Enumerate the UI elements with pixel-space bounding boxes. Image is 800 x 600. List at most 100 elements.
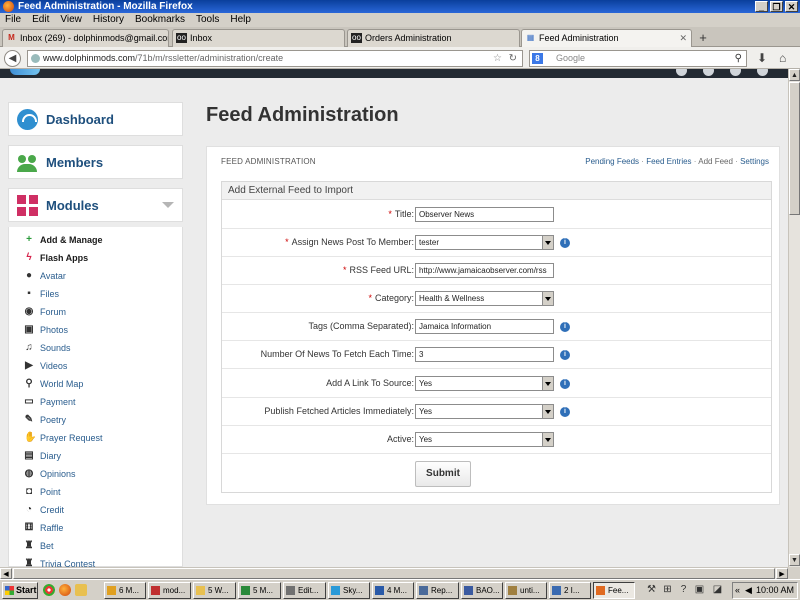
add-a-link-to-source-select[interactable]: Yes — [415, 376, 554, 391]
url-bar[interactable]: www.dolphinmods.com/71b/m/rssletter/admi… — [27, 50, 523, 67]
firefox-quicklaunch-icon[interactable] — [59, 584, 71, 596]
horizontal-scroll-thumb[interactable] — [13, 568, 775, 579]
sidebar-members[interactable]: Members — [8, 145, 183, 179]
info-icon[interactable]: i — [560, 238, 570, 248]
sidebar-item-flash-apps[interactable]: ϟ Flash Apps — [9, 249, 184, 267]
clock[interactable]: 10:00 AM — [756, 583, 794, 598]
sidebar-item-files[interactable]: ▪ Files — [9, 285, 184, 303]
sidebar-item-avatar[interactable]: ● Avatar — [9, 267, 184, 285]
taskbar-task-button[interactable]: Sky... — [328, 582, 370, 599]
tools-icon[interactable]: ⚒ — [645, 583, 658, 596]
sidebar-modules[interactable]: Modules — [8, 188, 183, 222]
scroll-down-arrow-icon[interactable]: ▼ — [789, 554, 800, 566]
taskbar-task-button[interactable]: 5 M... — [238, 582, 281, 599]
assign-news-post-to-member-select[interactable]: tester — [415, 235, 554, 250]
back-button[interactable]: ◀ — [4, 50, 21, 67]
tray-expand-icon[interactable]: « — [735, 583, 740, 598]
close-tab-icon[interactable]: ✕ — [679, 30, 687, 46]
sidebar-item-payment[interactable]: ▭ Payment — [9, 393, 184, 411]
tab-gmail-inbox[interactable]: M Inbox (269) - dolphinmods@gmail.com - … — [2, 29, 169, 47]
network-icon[interactable]: ⊞ — [661, 583, 674, 596]
bookmark-star-icon[interactable]: ☆ — [493, 51, 502, 66]
restore-button[interactable]: ❐ — [770, 1, 783, 12]
taskbar-task-button[interactable]: Fee... — [593, 582, 635, 599]
scroll-right-arrow-icon[interactable]: ▶ — [776, 568, 788, 579]
submit-button[interactable]: Submit — [415, 461, 471, 487]
sidebar-item-trivia-contest[interactable]: ♜ Trivia Contest — [9, 555, 184, 568]
tab-orders-administration[interactable]: oo Orders Administration — [347, 29, 520, 47]
info-icon[interactable]: i — [560, 379, 570, 389]
dropdown-arrow-icon[interactable] — [542, 236, 553, 249]
horizontal-scrollbar[interactable]: ◀ ▶ — [0, 567, 788, 579]
new-tab-button[interactable]: + — [694, 30, 712, 46]
minimize-button[interactable]: _ — [755, 1, 768, 12]
dropdown-arrow-icon[interactable] — [542, 433, 553, 446]
sidebar-item-diary[interactable]: ▤ Diary — [9, 447, 184, 465]
taskbar-task-button[interactable]: 2 I... — [549, 582, 591, 599]
sidebar-item-poetry[interactable]: ✎ Poetry — [9, 411, 184, 429]
add-feed-link[interactable]: Add Feed — [698, 157, 733, 166]
search-bar[interactable]: 8 Google ⚲ — [529, 50, 747, 67]
header-cart-icon[interactable] — [730, 69, 741, 76]
taskbar-task-button[interactable]: BAO... — [461, 582, 503, 599]
taskbar-task-button[interactable]: unti... — [505, 582, 547, 599]
taskbar-task-button[interactable]: 5 W... — [193, 582, 236, 599]
home-icon[interactable]: ⌂ — [779, 51, 786, 65]
sidebar-dashboard[interactable]: Dashboard — [8, 102, 183, 136]
sidebar-item-photos[interactable]: ▣ Photos — [9, 321, 184, 339]
info-icon[interactable]: i — [560, 350, 570, 360]
title-input[interactable]: Observer News — [415, 207, 554, 222]
search-engine-icon[interactable]: 8 — [532, 53, 543, 64]
sidebar-item-sounds[interactable]: ♫ Sounds — [9, 339, 184, 357]
tab-inbox[interactable]: oo Inbox — [172, 29, 345, 47]
status-icon[interactable]: ◪ — [711, 583, 724, 596]
folder-icon[interactable] — [75, 584, 87, 596]
sidebar-item-point[interactable]: ◘ Point — [9, 483, 184, 501]
start-button[interactable]: Start — [2, 582, 38, 599]
info-icon[interactable]: i — [560, 322, 570, 332]
search-icon[interactable]: ⚲ — [735, 51, 742, 66]
header-user-icon[interactable] — [676, 69, 687, 76]
vertical-scrollbar[interactable]: ▲ ▼ — [788, 69, 800, 567]
chevron-down-icon[interactable] — [162, 202, 174, 208]
sidebar-item-credit[interactable]: ◔ Credit — [9, 501, 184, 519]
rss-feed-url-input[interactable]: http://www.jamaicaobserver.com/rss — [415, 263, 554, 278]
sidebar-item-prayer-request[interactable]: ✋ Prayer Request — [9, 429, 184, 447]
menu-history[interactable]: History — [93, 13, 124, 27]
sidebar-item-forum[interactable]: ◉ Forum — [9, 303, 184, 321]
settings-link[interactable]: Settings — [740, 157, 769, 166]
dropdown-arrow-icon[interactable] — [542, 405, 553, 418]
taskbar-task-button[interactable]: 6 M... — [104, 582, 146, 599]
sidebar-item-raffle[interactable]: ⚅ Raffle — [9, 519, 184, 537]
info-icon[interactable]: i — [560, 407, 570, 417]
menu-file[interactable]: File — [5, 13, 21, 27]
menu-view[interactable]: View — [60, 13, 82, 27]
reload-icon[interactable]: ↻ — [509, 51, 517, 66]
pending-feeds-link[interactable]: Pending Feeds — [585, 157, 639, 166]
scroll-up-arrow-icon[interactable]: ▲ — [789, 69, 800, 81]
sidebar-item-bet[interactable]: ♜ Bet — [9, 537, 184, 555]
taskbar-task-button[interactable]: mod... — [148, 582, 191, 599]
taskbar-task-button[interactable]: Rep... — [416, 582, 459, 599]
taskbar-task-button[interactable]: 4 M... — [372, 582, 414, 599]
sidebar-item-opinions[interactable]: ◍ Opinions — [9, 465, 184, 483]
download-icon[interactable]: ⬇ — [757, 51, 767, 65]
help-icon[interactable]: ? — [677, 583, 690, 596]
scroll-left-arrow-icon[interactable]: ◀ — [0, 568, 12, 579]
menu-tools[interactable]: Tools — [196, 13, 219, 27]
menu-edit[interactable]: Edit — [32, 13, 49, 27]
dropdown-arrow-icon[interactable] — [542, 377, 553, 390]
category-select[interactable]: Health & Wellness — [415, 291, 554, 306]
header-settings-icon[interactable] — [757, 69, 768, 76]
display-icon[interactable]: ▣ — [693, 583, 706, 596]
site-logo[interactable] — [10, 69, 40, 75]
speaker-icon[interactable]: ◀ — [745, 583, 752, 598]
feed-entries-link[interactable]: Feed Entries — [646, 157, 691, 166]
publish-fetched-articles-immediately-select[interactable]: Yes — [415, 404, 554, 419]
header-notification-icon[interactable] — [703, 69, 714, 76]
chrome-icon[interactable] — [43, 584, 55, 596]
menu-help[interactable]: Help — [230, 13, 251, 27]
sidebar-item-videos[interactable]: ▶ Videos — [9, 357, 184, 375]
taskbar-task-button[interactable]: Edit... — [283, 582, 326, 599]
sidebar-item-add-manage[interactable]: + Add & Manage — [9, 231, 184, 249]
